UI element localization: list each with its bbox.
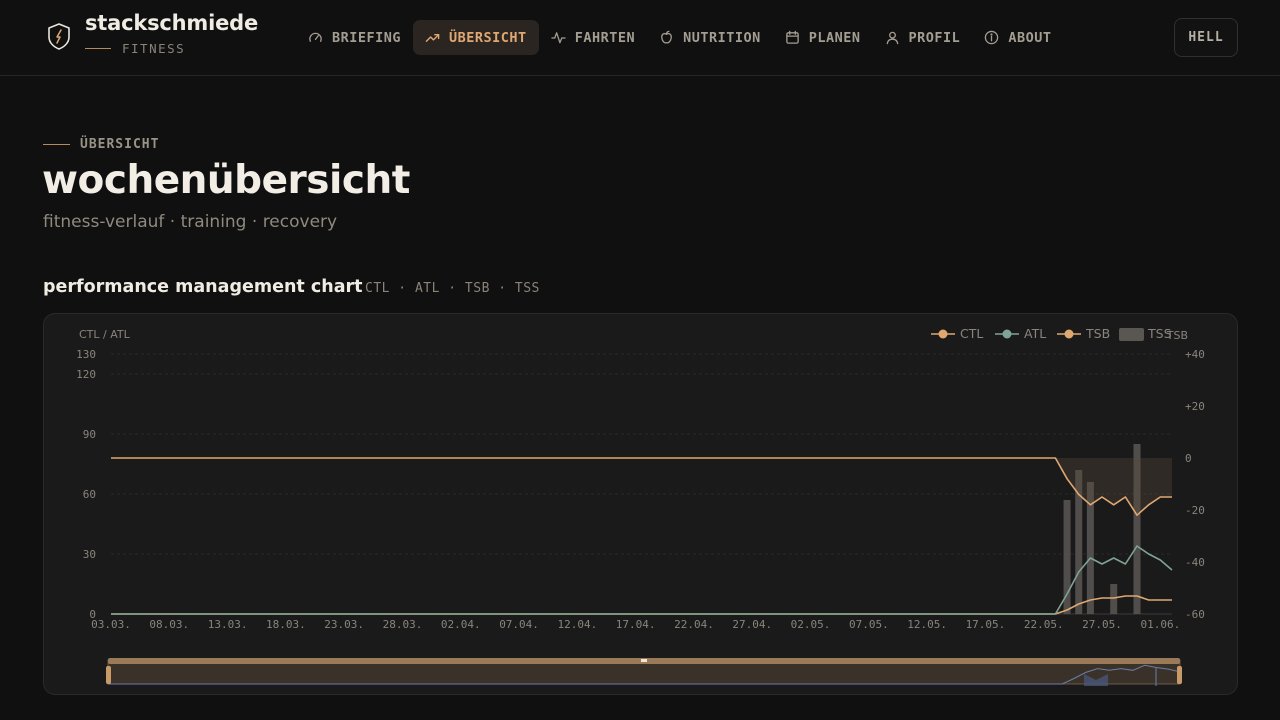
chart-section-title: performance management chart [43, 277, 363, 297]
x-tick-label: 18.03. [266, 618, 306, 631]
legend-label-atl: ATL [1024, 326, 1046, 341]
nav-item-nutrition[interactable]: NUTRITION [647, 20, 773, 55]
x-tick-label: 08.03. [149, 618, 189, 631]
nav-item-about[interactable]: ABOUT [972, 20, 1063, 55]
series-line-tsb [111, 457, 1172, 516]
x-tick-label: 12.04. [557, 618, 597, 631]
performance-management-chart: CTL / ATL TSB0306090120130 +40+200-20-40-6… [76, 326, 1205, 686]
page-subtitle: fitness-verlauf · training · recovery [43, 212, 338, 232]
x-tick-label: 07.05. [849, 618, 889, 631]
x-tick-label: 28.03. [383, 618, 423, 631]
calendar-icon [785, 30, 799, 44]
user-icon [886, 31, 898, 45]
series-line-atl [111, 545, 1173, 615]
y-right-tick-label: +40 [1185, 348, 1205, 361]
nav-label-uebersicht: ÜBERSICHT [449, 29, 527, 46]
apple-icon [661, 30, 672, 44]
y-left-tick-label: 130 [76, 348, 96, 361]
nav-label-profil: PROFIL [908, 29, 961, 46]
y-left-tick-label: 90 [83, 428, 96, 441]
zoom-handle-left[interactable] [106, 666, 111, 684]
main-nav: BRIEFING ÜBERSICHT FAHRTEN NUTRITION PLA… [296, 20, 1063, 55]
nav-label-briefing: BRIEFING [332, 29, 402, 46]
legend-marker-atl[interactable] [1002, 329, 1012, 339]
chart-section-tags: CTL · ATL · TSB · TSS [365, 281, 540, 296]
y-right-tick-label: -60 [1185, 608, 1205, 621]
y-right-tick-label: 0 [1185, 452, 1192, 465]
legend-marker-tsb[interactable] [1064, 329, 1074, 339]
x-tick-label: 27.04. [732, 618, 772, 631]
legend-marker-ctl[interactable] [938, 329, 948, 339]
tss-bar [1110, 584, 1118, 614]
performance-chart-card: CTL / ATL TSB 0 30 60 90 120 130 +40 +20 0 -20 -40 -6… [43, 313, 1238, 695]
y-left-tick-label: 120 [76, 368, 96, 381]
x-tick-label: 22.04. [674, 618, 714, 631]
brand-sub-label: FITNESS [122, 41, 186, 56]
x-tick-label: 01.06. [1140, 618, 1180, 631]
top-navigation-bar: stackschmiede FITNESS BRIEFING ÜBERSICHT… [0, 0, 1280, 76]
theme-toggle-button[interactable]: HELL [1174, 18, 1238, 57]
x-tick-label: 17.04. [616, 618, 656, 631]
x-tick-label: 03.03. [91, 618, 131, 631]
nav-label-fahrten: FAHRTEN [574, 29, 636, 46]
legend-label-tss: TSS [1147, 326, 1172, 341]
zoom-handle-right[interactable] [1177, 666, 1182, 684]
legend-swatch-tss[interactable] [1119, 328, 1144, 341]
x-tick-label: 22.05. [1024, 618, 1064, 631]
y-left-tick-label: 30 [83, 548, 96, 561]
legend-label-ctl: CTL [960, 326, 983, 341]
gauge-icon [309, 32, 322, 42]
shield-logo-icon[interactable] [46, 22, 72, 50]
activity-icon [550, 32, 566, 44]
x-tick-label: 02.04. [441, 618, 481, 631]
nav-item-profil[interactable]: PROFIL [873, 20, 973, 55]
y-right-tick-label: +20 [1185, 400, 1205, 413]
nav-item-planen[interactable]: PLANEN [773, 20, 873, 55]
y-left-tick-label: 60 [83, 488, 96, 501]
section-eyebrow: ÜBERSICHT [43, 137, 159, 152]
x-tick-label: 12.05. [907, 618, 947, 631]
info-icon [985, 30, 999, 45]
y-right-tick-label: -40 [1185, 556, 1205, 569]
brand-name[interactable]: stackschmiede [85, 11, 258, 35]
legend-label-tsb: TSB [1085, 326, 1110, 341]
brand-subtitle: FITNESS [85, 41, 185, 56]
trending-up-icon [425, 33, 440, 42]
x-tick-label: 07.04. [499, 618, 539, 631]
page-title: wochenübersicht [42, 158, 410, 203]
x-tick-label: 27.05. [1082, 618, 1122, 631]
x-tick-label: 23.03. [324, 618, 364, 631]
nav-item-briefing[interactable]: BRIEFING [296, 20, 413, 55]
eyebrow-label: ÜBERSICHT [80, 137, 160, 152]
y-right-tick-label: -20 [1185, 504, 1205, 517]
nav-label-about: ABOUT [1008, 29, 1052, 46]
nav-label-nutrition: NUTRITION [683, 29, 761, 46]
zoom-bar-grip[interactable] [641, 659, 647, 662]
left-axis-label: CTL / ATL [79, 328, 131, 341]
x-tick-label: 17.05. [966, 618, 1006, 631]
x-tick-label: 13.03. [208, 618, 248, 631]
nav-item-uebersicht[interactable]: ÜBERSICHT [413, 20, 539, 55]
nav-label-planen: PLANEN [808, 29, 861, 46]
series-line-ctl [111, 595, 1172, 615]
x-tick-label: 02.05. [791, 618, 831, 631]
nav-item-fahrten[interactable]: FAHRTEN [539, 20, 647, 55]
